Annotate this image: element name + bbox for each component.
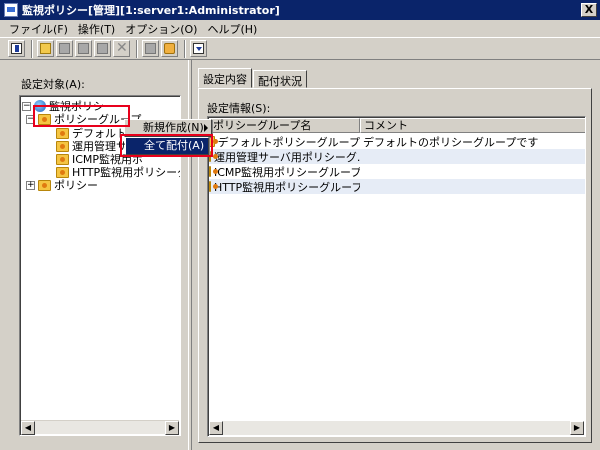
- name-cell: ICMP監視用ポリシーグループ: [209, 164, 360, 180]
- name-cell: HTTP監視用ポリシーグループ: [209, 179, 360, 195]
- row-name: HTTP監視用ポリシーグループ: [214, 180, 360, 194]
- new-folder-icon: [40, 43, 51, 54]
- table-row[interactable]: 運用管理サーバ用ポリシーグ...: [209, 149, 585, 165]
- table-row[interactable]: ICMP監視用ポリシーグループ: [209, 164, 585, 180]
- app-icon: [4, 3, 18, 17]
- distribute-icon: [145, 43, 156, 54]
- scroll-right-icon[interactable]: ▶: [165, 421, 179, 435]
- column-header-comment[interactable]: コメント: [360, 118, 585, 133]
- folder-icon: [38, 113, 51, 125]
- tab-strip: 設定内容 配付状況: [198, 68, 308, 89]
- package-button[interactable]: [161, 40, 178, 57]
- table-row[interactable]: HTTP監視用ポリシーグループ: [209, 179, 585, 195]
- delete-icon: ✕: [116, 40, 128, 56]
- copy-button[interactable]: [75, 40, 92, 57]
- edit-button[interactable]: [56, 40, 73, 57]
- row-name: 運用管理サーバ用ポリシーグ...: [214, 150, 360, 164]
- window-title: 監視ポリシー[管理][1:server1:Administrator]: [22, 4, 280, 17]
- submenu: 全て配付(A): [125, 137, 209, 155]
- tree-item-label: ポリシー: [54, 179, 98, 192]
- policy-group-list[interactable]: ポリシーグループ名 コメント デフォルトポリシーグループ デフォルトのポリシーグ…: [207, 116, 586, 437]
- scroll-left-icon[interactable]: ◀: [21, 421, 35, 435]
- menu-operation[interactable]: 操作(T): [73, 21, 120, 37]
- name-cell: 運用管理サーバ用ポリシーグ...: [209, 149, 360, 165]
- folder-icon: [209, 181, 218, 192]
- collapse-icon[interactable]: −: [22, 101, 31, 111]
- tree-horizontal-scrollbar[interactable]: ◀ ▶: [21, 420, 179, 435]
- folder-icon: [209, 151, 218, 162]
- paste-icon: [97, 43, 108, 54]
- folder-icon: [38, 179, 51, 191]
- menu-bar: ファイル(F) 操作(T) オプション(O) ヘルプ(H): [0, 20, 600, 38]
- menu-option[interactable]: オプション(O): [120, 21, 202, 37]
- collapse-icon[interactable]: −: [26, 114, 35, 124]
- context-menu: 新規作成(N): [124, 119, 212, 137]
- settings-info-label: 設定情報(S):: [207, 102, 271, 115]
- tree-item-policy[interactable]: + ポリシー: [26, 178, 98, 192]
- copy-icon: [78, 43, 89, 54]
- download-button[interactable]: [190, 40, 207, 57]
- column-header-name[interactable]: ポリシーグループ名: [209, 118, 360, 133]
- exit-icon: [11, 43, 22, 54]
- package-icon: [164, 43, 175, 54]
- title-bar[interactable]: 監視ポリシー[管理][1:server1:Administrator] X: [0, 0, 600, 20]
- tab-settings-content[interactable]: 設定内容: [198, 68, 252, 88]
- row-name: ICMP監視用ポリシーグループ: [214, 165, 360, 179]
- close-button[interactable]: X: [581, 3, 597, 17]
- paste-button[interactable]: [94, 40, 111, 57]
- menu-item-new[interactable]: 新規作成(N): [125, 120, 211, 136]
- exit-button[interactable]: [8, 40, 25, 57]
- toolbar: ✕: [0, 38, 600, 60]
- list-horizontal-scrollbar[interactable]: ◀ ▶: [209, 421, 584, 435]
- folder-icon: [209, 166, 218, 177]
- scroll-right-icon[interactable]: ▶: [570, 421, 584, 435]
- menu-file[interactable]: ファイル(F): [4, 21, 73, 37]
- name-cell: デフォルトポリシーグループ: [209, 134, 360, 150]
- submenu-arrow-icon: [204, 124, 208, 132]
- scroll-left-icon[interactable]: ◀: [209, 421, 223, 435]
- download-icon: [193, 43, 204, 54]
- edit-icon: [59, 43, 70, 54]
- row-comment: デフォルトのポリシーグループです: [363, 135, 539, 149]
- list-header: ポリシーグループ名 コメント: [209, 118, 585, 133]
- table-row[interactable]: デフォルトポリシーグループ デフォルトのポリシーグループです: [209, 134, 585, 150]
- toolbar-separator: [136, 39, 138, 58]
- distribute-button[interactable]: [142, 40, 159, 57]
- menu-help[interactable]: ヘルプ(H): [202, 21, 262, 37]
- toolbar-separator: [184, 39, 186, 58]
- menu-item-label: 新規作成(N): [143, 121, 204, 134]
- delete-button[interactable]: ✕: [113, 40, 130, 57]
- folder-icon: [56, 140, 69, 152]
- folder-icon: [56, 153, 69, 165]
- folder-icon: [56, 166, 69, 178]
- main-window: 監視ポリシー[管理][1:server1:Administrator] X ファ…: [0, 0, 600, 450]
- folder-icon: [209, 136, 218, 147]
- row-name: デフォルトポリシーグループ: [217, 135, 360, 149]
- settings-target-label: 設定対象(A):: [21, 78, 85, 91]
- expand-icon[interactable]: +: [26, 180, 35, 190]
- menu-item-distribute-all[interactable]: 全て配付(A): [126, 138, 208, 154]
- folder-icon: [56, 127, 69, 139]
- new-folder-button[interactable]: [37, 40, 54, 57]
- tab-distribution-status[interactable]: 配付状況: [253, 70, 307, 88]
- toolbar-separator: [31, 39, 33, 58]
- globe-icon: [34, 100, 46, 112]
